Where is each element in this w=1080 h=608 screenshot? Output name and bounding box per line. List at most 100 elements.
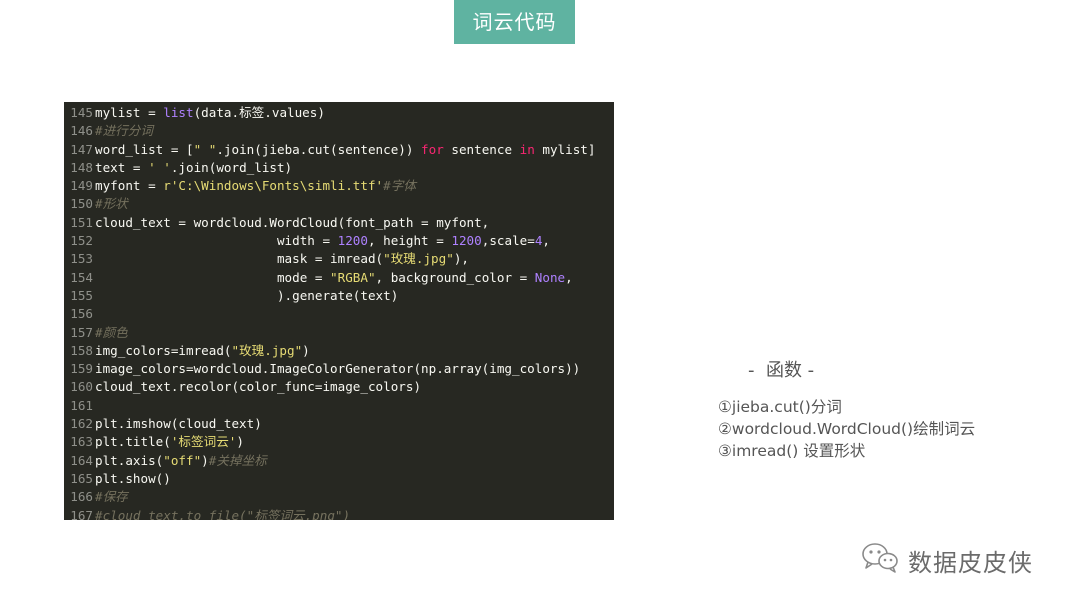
line-number: 158 (70, 342, 93, 358)
line-number: 150 (70, 196, 93, 212)
code-token: ' ' (148, 159, 171, 175)
code-line: 162 plt.imshow(cloud_text) (64, 415, 614, 433)
code-token: "RGBA" (330, 269, 376, 285)
code-token: #进行分词 (95, 123, 153, 139)
code-token: plt.title( (95, 434, 171, 450)
line-number: 149 (70, 178, 93, 194)
line-number: 148 (70, 159, 93, 175)
code-token: img_colors=imread( (95, 342, 232, 358)
code-token: "玫瑰.jpg" (383, 251, 454, 267)
code-token: .join(jieba.cut(sentence)) (216, 141, 422, 157)
code-token: , background_color = (375, 269, 535, 285)
code-token: "玫瑰.jpg" (231, 342, 303, 358)
code-token: mask = imread( (95, 251, 384, 267)
code-line: 164 plt.axis("off")#关掉坐标 (64, 452, 614, 470)
line-number: 157 (70, 324, 93, 340)
line-number: 165 (70, 470, 93, 486)
line-number: 147 (70, 141, 93, 157)
code-token: #保存 (95, 489, 128, 505)
code-line: 149 myfont = r'C:\Windows\Fonts\simli.ttf… (64, 177, 614, 195)
code-token: mylist = (95, 105, 164, 120)
code-token: #字体 (383, 178, 416, 194)
code-token: None (534, 269, 566, 285)
code-token: 1200 (451, 233, 482, 249)
code-token: ).generate(text) (95, 287, 399, 303)
code-line: 159 image_colors=wordcloud.ImageColorGene… (64, 360, 614, 378)
code-token: plt.show() (95, 470, 171, 486)
code-line: 165 plt.show() (64, 470, 614, 488)
function-item-imread: ③imread() 设置形状 (718, 442, 866, 460)
code-line: 163 plt.title('标签词云') (64, 433, 614, 451)
code-line: 145 mylist = list(data.标签.values) (64, 104, 614, 122)
line-number: 162 (70, 416, 93, 432)
code-line: 153 mask = imread("玫瑰.jpg"), (64, 250, 614, 268)
watermark: 数据皮皮侠 (860, 542, 1033, 578)
code-token: ) (236, 434, 244, 450)
code-token: #关掉坐标 (208, 452, 267, 468)
code-token: , (542, 233, 550, 249)
line-number: 146 (70, 123, 93, 139)
code-line: 166 #保存 (64, 488, 614, 506)
code-token: cloud_text = wordcloud.WordCloud(font_pa… (95, 214, 490, 230)
code-token: r'C:\Windows\Fonts\simli.ttf' (163, 178, 384, 194)
code-line: 154 mode = "RGBA", background_color = No… (64, 269, 614, 287)
code-token: for (421, 141, 444, 157)
code-token: (data.标签.values) (193, 105, 325, 120)
code-token: text = (95, 159, 149, 175)
line-number: 156 (70, 306, 93, 322)
line-number: 155 (70, 287, 93, 303)
code-token: image_colors=wordcloud.ImageColorGenerat… (95, 361, 581, 377)
line-number: 145 (70, 105, 93, 120)
code-line: 147 word_list = [" ".join(jieba.cut(sente… (64, 141, 614, 159)
code-line: 157 #颜色 (64, 324, 614, 342)
code-line: 161 (64, 397, 614, 415)
function-item-jieba-cut: ①jieba.cut()分词 (718, 398, 842, 416)
code-token: width = (95, 233, 338, 249)
code-line: 152 width = 1200, height = 1200,scale=4, (64, 232, 614, 250)
code-token: cloud_text.recolor(color_func=image_colo… (95, 379, 422, 395)
code-token: #形状 (95, 196, 128, 212)
code-token: , height = (367, 233, 452, 249)
code-line: 151 cloud_text = wordcloud.WordCloud(font… (64, 214, 614, 232)
code-line: 167 #cloud_text.to_file("标签词云.png") (64, 507, 614, 520)
code-token: " " (193, 141, 217, 157)
code-token: mylist] (534, 141, 596, 157)
code-line: 150 #形状 (64, 195, 614, 213)
functions-list: ①jieba.cut()分词 ②wordcloud.WordCloud()绘制词… (718, 396, 975, 462)
code-token: plt.axis( (95, 452, 164, 468)
code-token: '标签词云' (170, 434, 237, 450)
line-number: 164 (70, 452, 93, 468)
code-line: 146 #进行分词 (64, 122, 614, 140)
line-number: 154 (70, 269, 93, 285)
code-token: sentence (443, 141, 520, 157)
code-line: 156 (64, 305, 614, 323)
code-editor: 145 mylist = list(data.标签.values) 146 #进行分词… (64, 102, 614, 520)
code-token: in (519, 141, 535, 157)
code-line: 160 cloud_text.recolor(color_func=image_c… (64, 378, 614, 396)
line-number: 153 (70, 251, 93, 267)
code-token: ,scale= (481, 233, 535, 249)
line-number: 161 (70, 397, 93, 413)
code-token: #cloud_text.to_file("标签词云.png") (95, 507, 351, 520)
code-token: ) (302, 342, 310, 358)
line-number: 159 (70, 361, 93, 377)
line-number: 160 (70, 379, 93, 395)
code-line: 158 img_colors=imread("玫瑰.jpg") (64, 342, 614, 360)
code-token: "off" (163, 452, 202, 468)
function-item-wordcloud: ②wordcloud.WordCloud()绘制词云 (718, 420, 976, 438)
functions-heading: - 函数 - (748, 360, 815, 381)
code-token: #颜色 (95, 324, 128, 340)
watermark-text: 数据皮皮侠 (908, 548, 1033, 577)
code-token: ) (201, 452, 209, 468)
code-token: word_list = [ (95, 141, 194, 157)
code-token: myfont = (95, 178, 164, 194)
line-number: 163 (70, 434, 93, 450)
code-token: ), (453, 251, 469, 267)
code-line: 155 ).generate(text) (64, 287, 614, 305)
code-token: mode = (95, 269, 331, 285)
line-number: 167 (70, 507, 93, 520)
code-token: .join(word_list) (170, 159, 293, 175)
code-token: list (163, 105, 194, 120)
code-line: 148 text = ' '.join(word_list) (64, 159, 614, 177)
line-number: 152 (70, 233, 93, 249)
